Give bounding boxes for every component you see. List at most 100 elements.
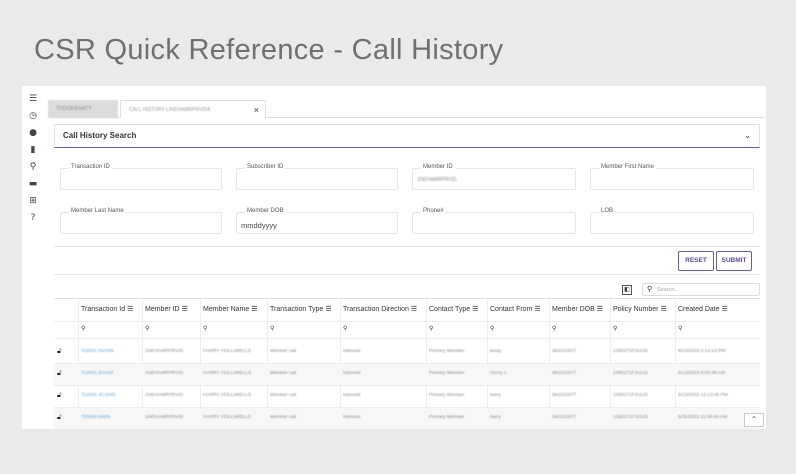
filter-icon[interactable]: ☰ bbox=[534, 305, 540, 313]
transaction-id-link[interactable]: 712001 DV429 bbox=[81, 371, 139, 376]
unlock-icon[interactable]: 🔓︎ bbox=[57, 413, 62, 422]
cell-contact-from: harry bbox=[490, 415, 501, 420]
table-row[interactable]: 🔓︎ 712001 DVH25 1NEHAMRPRVID HARRY HOLLI… bbox=[54, 342, 760, 364]
column-label: Member DOB bbox=[552, 306, 595, 313]
unlock-icon[interactable]: 🔓︎ bbox=[57, 391, 62, 400]
transaction-id-link[interactable]: 720450 94D9 bbox=[81, 415, 139, 420]
cell-member-name: HARRY HOLLIWELLS bbox=[203, 349, 252, 354]
field-label: Member Last Name bbox=[69, 208, 126, 214]
close-icon[interactable]: × bbox=[254, 101, 259, 119]
scroll-to-top-button[interactable]: ⌃ bbox=[744, 413, 764, 427]
column-header-transaction-type[interactable]: Transaction Type ☰ bbox=[270, 299, 332, 319]
folder-icon[interactable]: ▬ bbox=[28, 179, 38, 189]
cell-member-dob: 06/22/1977 bbox=[552, 349, 577, 354]
user-icon[interactable]: ● bbox=[28, 128, 38, 138]
column-label: Member ID bbox=[145, 306, 180, 313]
filter-search-icon[interactable]: ⚲ bbox=[343, 325, 347, 332]
filter-icon[interactable]: ☰ bbox=[127, 305, 133, 313]
page-title: CSR Quick Reference - Call History bbox=[34, 34, 504, 66]
cell-transaction-direction: Inbound bbox=[343, 371, 361, 376]
cell-member-name: HARRY HOLLIWELLS bbox=[203, 393, 252, 398]
submit-button[interactable]: SUBMIT bbox=[716, 251, 752, 271]
filter-icon[interactable]: ☰ bbox=[251, 305, 257, 313]
filter-search-icon[interactable]: ⚲ bbox=[270, 325, 274, 332]
transaction-id-link[interactable]: 712001 4C1640 bbox=[81, 393, 139, 398]
help-icon[interactable]: ? bbox=[28, 213, 38, 223]
field-label: Member DOB bbox=[245, 208, 286, 214]
filter-search-icon[interactable]: ⚲ bbox=[145, 325, 149, 332]
cell-transaction-direction: Inbound bbox=[343, 393, 361, 398]
column-header-contact-type[interactable]: Contact Type ☰ bbox=[429, 299, 478, 319]
table-row[interactable]: 🔓︎ 712001 DV429 1NEHAMRPRVID HARRY HOLLI… bbox=[54, 364, 760, 386]
table-row[interactable]: 🔓︎ 712001 4C1640 1NEHAMRPRVID HARRY HOLL… bbox=[54, 386, 760, 408]
cell-transaction-direction: Inbound bbox=[343, 349, 361, 354]
filter-search-icon[interactable]: ⚲ bbox=[552, 325, 556, 332]
member-first-name-field[interactable]: Member First Name bbox=[590, 164, 754, 190]
column-header-member-id[interactable]: Member ID ☰ bbox=[145, 299, 188, 319]
table-row[interactable]: 🔓︎ 720450 94D9 1NEHAMRPRVID HARRY HOLLIW… bbox=[54, 408, 760, 429]
menu-icon[interactable]: ☰ bbox=[28, 94, 38, 104]
column-chooser-icon[interactable]: ◧ bbox=[622, 285, 632, 295]
transaction-id-field[interactable]: Transaction ID bbox=[60, 164, 222, 190]
filter-icon[interactable]: ☰ bbox=[722, 305, 728, 313]
column-header-created-date[interactable]: Created Date ☰ bbox=[678, 299, 728, 319]
filter-icon[interactable]: ☰ bbox=[597, 305, 603, 313]
chevron-down-icon[interactable]: ⌄ bbox=[744, 125, 751, 147]
cell-created-date: 6/13/2023 8:55:48 AM bbox=[678, 371, 725, 376]
cell-transaction-type: Member call bbox=[270, 415, 297, 420]
cell-contact-from: sindy bbox=[490, 349, 502, 354]
reset-button[interactable]: RESET bbox=[678, 251, 714, 271]
column-label: Transaction Type bbox=[270, 306, 324, 313]
cell-member-dob: 06/22/1977 bbox=[552, 371, 577, 376]
side-rail: ☰ ◷ ● ▮ ⚲ ▬ ⊞ ? bbox=[22, 86, 44, 429]
unlock-icon[interactable]: 🔓︎ bbox=[57, 369, 62, 378]
filter-icon[interactable]: ☰ bbox=[661, 305, 667, 313]
grid-search-input[interactable]: ⚲ Search... bbox=[642, 283, 760, 296]
subscriber-id-field[interactable]: Subscriber ID bbox=[236, 164, 398, 190]
bar-chart-icon[interactable]: ▮ bbox=[28, 145, 38, 155]
field-value: mmddyyyy bbox=[241, 221, 277, 230]
unlock-icon[interactable]: 🔓︎ bbox=[57, 347, 62, 356]
column-header-transaction-id[interactable]: Transaction Id ☰ bbox=[81, 299, 133, 319]
filter-icon[interactable]: ☰ bbox=[182, 305, 188, 313]
filter-search-icon[interactable]: ⚲ bbox=[678, 325, 682, 332]
tab-dashboard[interactable]: TODORIENATY bbox=[48, 100, 118, 118]
field-value: 1NEHAMRPRVID bbox=[417, 177, 457, 183]
cell-policy-number: 1382271F31143 bbox=[613, 371, 648, 376]
divider bbox=[54, 274, 760, 275]
column-label: Transaction Id bbox=[81, 306, 126, 313]
field-label: Member ID bbox=[421, 164, 455, 170]
column-header-transaction-direction[interactable]: Transaction Direction ☰ bbox=[343, 299, 417, 319]
filter-search-icon[interactable]: ⚲ bbox=[203, 325, 207, 332]
field-label: Transaction ID bbox=[69, 164, 112, 170]
filter-icon[interactable]: ☰ bbox=[411, 305, 417, 313]
phone-field[interactable]: Phone# bbox=[412, 208, 576, 234]
filter-icon[interactable]: ☰ bbox=[325, 305, 331, 313]
hierarchy-icon[interactable]: ⊞ bbox=[28, 196, 38, 206]
column-header-policy-number[interactable]: Policy Number ☰ bbox=[613, 299, 667, 319]
tab-call-history[interactable]: CALL HISTORY LINEHAMRPRVIDA × bbox=[120, 100, 266, 118]
column-label: Policy Number bbox=[613, 306, 659, 313]
divider bbox=[54, 246, 760, 247]
history-icon[interactable]: ◷ bbox=[28, 111, 38, 121]
cell-transaction-type: Member call bbox=[270, 371, 297, 376]
lob-field[interactable]: LOB bbox=[590, 208, 754, 234]
call-history-search-panel[interactable]: Call History Search ⌄ bbox=[54, 124, 760, 148]
cell-member-dob: 06/22/1977 bbox=[552, 415, 577, 420]
member-id-field[interactable]: Member ID 1NEHAMRPRVID bbox=[412, 164, 576, 190]
column-label: Contact From bbox=[490, 306, 533, 313]
column-header-member-dob[interactable]: Member DOB ☰ bbox=[552, 299, 603, 319]
filter-search-icon[interactable]: ⚲ bbox=[81, 325, 85, 332]
member-last-name-field[interactable]: Member Last Name bbox=[60, 208, 222, 234]
search-icon[interactable]: ⚲ bbox=[28, 162, 38, 172]
filter-search-icon[interactable]: ⚲ bbox=[490, 325, 494, 332]
column-header-member-name[interactable]: Member Name ☰ bbox=[203, 299, 258, 319]
member-dob-field[interactable]: Member DOB mmddyyyy bbox=[236, 208, 398, 234]
filter-search-icon[interactable]: ⚲ bbox=[429, 325, 433, 332]
transaction-id-link[interactable]: 712001 DVH25 bbox=[81, 349, 139, 354]
cell-contact-from: harry bbox=[490, 393, 501, 398]
cell-member-id: 1NEHAMRPRVID bbox=[145, 371, 184, 376]
filter-search-icon[interactable]: ⚲ bbox=[613, 325, 617, 332]
column-header-contact-from[interactable]: Contact From ☰ bbox=[490, 299, 541, 319]
filter-icon[interactable]: ☰ bbox=[472, 305, 478, 313]
